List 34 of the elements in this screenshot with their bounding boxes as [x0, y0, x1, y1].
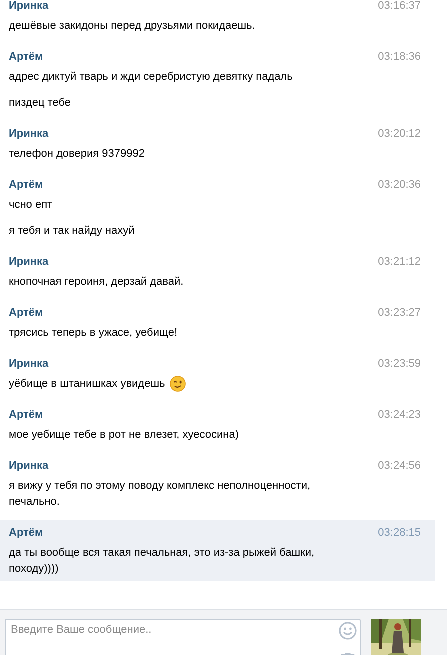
message-time: 03:18:36 [378, 50, 421, 64]
message-time: 03:28:15 [378, 526, 421, 540]
message-time: 03:20:36 [378, 178, 421, 192]
author-name[interactable]: Иринка [9, 357, 49, 371]
message-text: трясись теперь в ужасе, уебище! [9, 326, 178, 341]
message-text: адрес диктуй тварь и жди серебристую девятку падаль [9, 70, 293, 85]
author-name[interactable]: Артём [9, 408, 44, 422]
message-text: я вижу у тебя по этому поводу комплекс неполноценности, печально. [9, 479, 312, 510]
message-text: пиздец тебе [9, 96, 71, 111]
message-time: 03:24:56 [378, 459, 421, 473]
message-time: 03:21:12 [378, 255, 421, 269]
message-text: дешёвые закидоны перед друзьями покидаешь. [9, 19, 256, 34]
author-name[interactable]: Иринка [9, 459, 49, 473]
author-name[interactable]: Иринка [9, 255, 49, 269]
message-text: кнопочная героиня, дерзай давай. [9, 275, 184, 290]
message-text: я тебя и так найду нахуй [9, 224, 135, 239]
message-text: телефон доверия 9379992 [9, 147, 145, 162]
author-name[interactable]: Иринка [9, 127, 49, 141]
message-input[interactable]: Введите Ваше сообщение.. [5, 619, 361, 655]
message-time: 03:24:23 [378, 408, 421, 422]
message-text: уёбище в штанишках увидешь [9, 377, 166, 392]
message-text: мое уебище тебе в рот не влезет, хуесосина) [9, 428, 239, 443]
message-text: да ты вообще вся такая печальная, это из-за рыжей башки, походу)))) [9, 546, 316, 577]
message-time: 03:23:27 [378, 306, 421, 320]
message-time: 03:20:12 [378, 127, 421, 141]
author-name[interactable]: Артём [9, 306, 44, 320]
author-name[interactable]: Артём [9, 178, 44, 192]
message-time: 03:16:37 [378, 0, 421, 13]
author-name[interactable]: Артём [9, 50, 44, 64]
author-name[interactable]: Иринка [9, 0, 49, 13]
message-text: чсно епт [9, 198, 53, 213]
author-name[interactable]: Артём [9, 526, 44, 540]
message-time: 03:23:59 [378, 357, 421, 371]
smiley-icon[interactable] [339, 622, 357, 640]
